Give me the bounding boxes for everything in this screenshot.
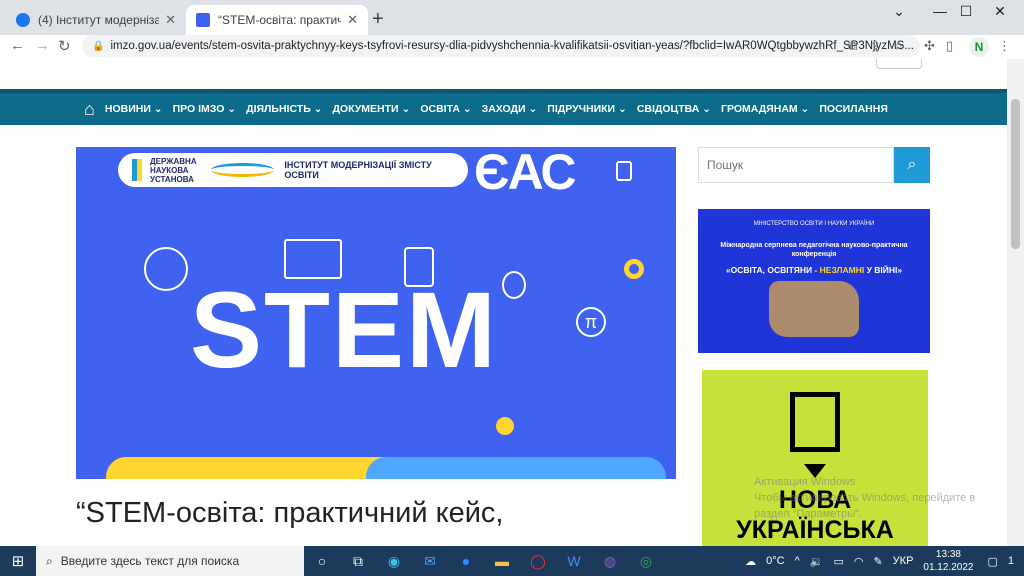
task-view-icon[interactable]: ⧉ [340, 546, 376, 576]
org-type: ДЕРЖАВНА НАУКОВА УСТАНОВА [149, 156, 197, 184]
ministry-label: МІНІСТЕРСТВО ОСВІТИ І НАУКИ УКРАЇНИ [753, 221, 875, 227]
taskbar-search[interactable]: ⌕ Введите здесь текст для поиска [36, 546, 304, 576]
windows-activation-watermark: Активация Windows Чтобы активировать Win… [754, 476, 976, 520]
main-menu: ⌂ НОВИНИ ⌄ ПРО ІМЗО ⌄ ДІЯЛЬНІСТЬ ⌄ ДОКУМ… [0, 89, 1007, 125]
wifi-icon[interactable]: ◠ [854, 555, 864, 568]
battery-icon[interactable]: ▭ [833, 555, 843, 568]
article-title: “STEM-освіта: практичний кейс, [76, 497, 504, 529]
menu-item-links[interactable]: ПОСИЛАННЯ [819, 103, 888, 115]
mail-icon[interactable]: ✉ [412, 546, 448, 576]
tab-stem-article[interactable]: “STEM-освіта: практичний кейс ✕ [186, 5, 368, 35]
system-tray: ☁ 0°C ^ 🔉 ▭ ◠ ✎ УКР 13:38 01.12.2022 ▢ 1 [745, 546, 1024, 576]
side-panel-icon[interactable]: ▯ [946, 38, 953, 54]
menu-item-citizens[interactable]: ГРОМАДЯНАМ ⌄ [721, 103, 809, 115]
decor-dot [496, 417, 514, 435]
back-button[interactable]: ← [10, 37, 25, 54]
pen-icon[interactable]: ✎ [873, 555, 882, 568]
menu-item-activity[interactable]: ДІЯЛЬНІСТЬ ⌄ [246, 103, 322, 115]
wave-logo-icon [210, 163, 275, 177]
atom-icon [144, 247, 188, 291]
notifications-icon[interactable]: ▢ [987, 555, 997, 568]
facebook-icon [16, 13, 30, 27]
trident-icon [132, 159, 142, 181]
imzo-favicon-icon [196, 13, 210, 27]
search-input[interactable] [698, 147, 894, 183]
volume-icon[interactable]: 🔉 [810, 555, 824, 568]
windows-taskbar: ⊞ ⌕ Введите здесь текст для поиска ○ ⧉ ◉… [0, 546, 1024, 576]
browser-tab-bar: (4) Інститут модернізації змісту ✕ “STEM… [0, 0, 1024, 35]
menu-item-news[interactable]: НОВИНИ ⌄ [105, 103, 163, 115]
opera-icon[interactable]: ◯ [520, 546, 556, 576]
file-explorer-icon[interactable]: ▬ [484, 546, 520, 576]
word-icon[interactable]: W [556, 546, 592, 576]
reload-button[interactable]: ↻ [58, 37, 71, 55]
bookmark-star-icon[interactable]: ☆ [893, 38, 905, 54]
search-button[interactable]: ⌕ [894, 147, 930, 183]
scrollbar-thumb[interactable] [1011, 99, 1020, 249]
weather-temp[interactable]: 0°C [766, 555, 784, 567]
search-icon: ⌕ [46, 553, 53, 568]
header-tab [876, 59, 922, 69]
site-search: ⌕ [698, 147, 930, 183]
chrome-icon[interactable]: ◎ [628, 546, 664, 576]
conference-slogan: «ОСВІТА, ОСВІТЯНИ - НЕЗЛАМНІ У ВІЙНІ» [725, 265, 903, 275]
conference-title: Міжнародна серпнева педагогічна науково-… [720, 242, 908, 258]
org-name: ІНСТИТУТ МОДЕРНІЗАЦІЇ ЗМІСТУ ОСВІТИ [284, 160, 432, 180]
close-window-button[interactable]: ✕ [980, 3, 1020, 20]
translate-icon[interactable]: ⧉ [848, 38, 857, 54]
windows-start-icon[interactable]: ⊞ [0, 552, 36, 570]
menu-item-textbooks[interactable]: ПІДРУЧНИКИ ⌄ [547, 103, 627, 115]
menu-item-education[interactable]: ОСВІТА ⌄ [420, 103, 471, 115]
viber-icon[interactable]: ◍ [592, 546, 628, 576]
web-page: ⌂ НОВИНИ ⌄ ПРО ІМЗО ⌄ ДІЯЛЬНІСТЬ ⌄ ДОКУМ… [0, 59, 1007, 546]
imzo-logo: ДЕРЖАВНА НАУКОВА УСТАНОВА ІНСТИТУТ МОДЕР… [118, 153, 468, 187]
extensions-icon[interactable]: ✣ [924, 38, 935, 54]
lightbulb-icon [502, 271, 526, 299]
clock-date: 01.12.2022 [923, 562, 974, 573]
forward-button[interactable]: → [35, 37, 50, 54]
home-icon[interactable]: ⌂ [84, 99, 95, 120]
zoom-icon[interactable]: ● [448, 546, 484, 576]
language-indicator[interactable]: УКР [893, 555, 914, 567]
nova-logo-icon [790, 392, 840, 452]
close-tab-icon[interactable]: ✕ [347, 12, 358, 28]
new-tab-button[interactable]: + [372, 8, 384, 31]
tab-imzo-facebook[interactable]: (4) Інститут модернізації змісту ✕ [6, 5, 186, 35]
browser-toolbar: ← → ↻ 🔒 imzo.gov.ua/events/stem-osvita-p… [0, 35, 1024, 59]
search-icon: ⌕ [907, 156, 917, 173]
blue-band [366, 457, 666, 479]
tab-title: “STEM-освіта: практичний кейс [218, 13, 342, 27]
address-bar[interactable]: 🔒 imzo.gov.ua/events/stem-osvita-praktyc… [82, 35, 920, 57]
tab-title: (4) Інститут модернізації змісту [38, 13, 160, 27]
profile-avatar[interactable]: N [969, 37, 989, 57]
lock-icon: 🔒 [92, 40, 105, 52]
pi-icon: π [576, 307, 606, 337]
eac-logo: ЄАС [474, 147, 577, 200]
yellow-band [106, 457, 406, 479]
tab-search-icon[interactable]: ⌄ [879, 3, 919, 20]
taskbar-search-placeholder: Введите здесь текст для поиска [60, 554, 240, 568]
tray-overflow-icon[interactable]: ^ [795, 555, 800, 567]
edge-icon[interactable]: ◉ [376, 546, 412, 576]
close-tab-icon[interactable]: ✕ [165, 12, 176, 28]
clock[interactable]: 13:38 01.12.2022 [923, 548, 973, 574]
ukraine-map-image [769, 281, 859, 337]
decor-dot [624, 259, 644, 279]
share-icon[interactable]: ⇪ [870, 38, 881, 54]
article-hero-image: ДЕРЖАВНА НАУКОВА УСТАНОВА ІНСТИТУТ МОДЕР… [76, 147, 676, 479]
cortana-icon[interactable]: ○ [304, 546, 340, 576]
menu-item-about[interactable]: ПРО ІМЗО ⌄ [173, 103, 236, 115]
trident-icon [616, 161, 632, 181]
menu-item-documents[interactable]: ДОКУМЕНТИ ⌄ [332, 103, 410, 115]
menu-item-certificates[interactable]: СВІДОЦТВА ⌄ [637, 103, 711, 115]
menu-item-events[interactable]: ЗАХОДИ ⌄ [482, 103, 538, 115]
conference-banner[interactable]: МІНІСТЕРСТВО ОСВІТИ І НАУКИ УКРАЇНИ Міжн… [698, 209, 930, 353]
page-scrollbar[interactable] [1007, 59, 1024, 546]
menu-dots-icon[interactable]: ⋮ [998, 38, 1011, 54]
clock-time: 13:38 [935, 549, 961, 560]
stem-heading: STEM [190, 269, 499, 390]
notification-count: 1 [1007, 555, 1014, 567]
weather-icon[interactable]: ☁ [745, 555, 756, 568]
url-text: imzo.gov.ua/events/stem-osvita-praktychn… [110, 40, 914, 52]
